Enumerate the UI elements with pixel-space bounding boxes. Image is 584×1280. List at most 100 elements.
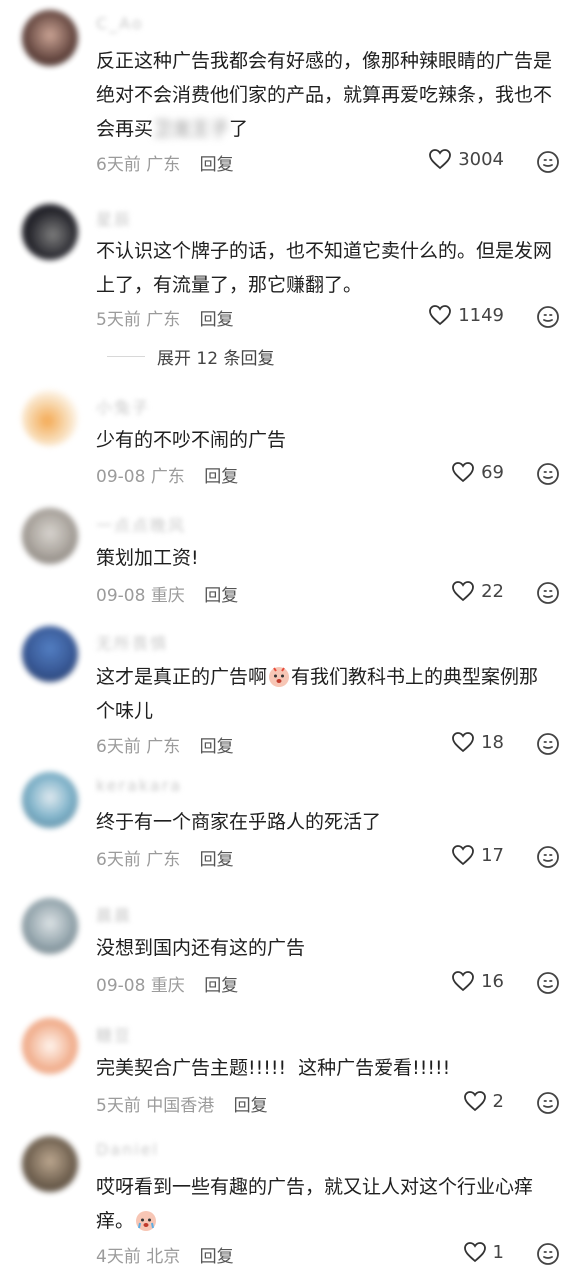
- expand-replies-button[interactable]: 展开 12 条回复: [107, 344, 274, 369]
- crying-face-emoji-icon: [136, 1211, 157, 1231]
- comment-time: 09-08: [96, 467, 146, 487]
- like-button[interactable]: 3004: [428, 148, 504, 170]
- emoji-face-icon[interactable]: [536, 462, 560, 486]
- like-count: 3004: [458, 148, 504, 170]
- like-button[interactable]: 2: [463, 1090, 504, 1112]
- like-button[interactable]: 16: [451, 970, 504, 992]
- comment-text: 策划加工资!: [96, 547, 199, 569]
- comment-time: 6天前: [96, 850, 141, 870]
- username[interactable]: 无所畏惧: [96, 630, 168, 654]
- like-count: 1: [492, 1241, 504, 1263]
- comment-meta: 09-08 重庆 回复: [96, 971, 238, 996]
- heart-outline-icon: [452, 971, 474, 992]
- emoji-face-icon[interactable]: [536, 1242, 560, 1266]
- divider-line: [107, 356, 145, 357]
- reply-button[interactable]: 回复: [234, 1096, 268, 1116]
- heart-outline-icon: [452, 845, 474, 866]
- comment-location: 广东: [146, 310, 181, 330]
- comment-meta: 09-08 重庆 回复: [96, 581, 238, 606]
- emoji-face-icon[interactable]: [536, 845, 560, 869]
- comment-text: 反正这种广告我都会有好感的，像那种辣眼睛的广告是绝对不会消费他们家的产品，就算再…: [96, 44, 556, 146]
- like-button[interactable]: 22: [451, 580, 504, 602]
- avatar[interactable]: [22, 1018, 78, 1074]
- comment-time: 4天前: [96, 1247, 141, 1267]
- comment-text: 没想到国内还有这的广告: [96, 937, 306, 959]
- reply-button[interactable]: 回复: [200, 310, 234, 330]
- username[interactable]: C_Ao: [96, 14, 144, 33]
- comment-time: 6天前: [96, 155, 141, 175]
- username[interactable]: 小兔子: [96, 394, 150, 418]
- emoji-face-icon[interactable]: [536, 971, 560, 995]
- comment-text-part: 了: [229, 118, 249, 140]
- heart-outline-icon: [463, 1242, 486, 1263]
- like-count: 1149: [458, 304, 504, 326]
- comment-time: 09-08: [96, 976, 146, 996]
- avatar[interactable]: [22, 772, 78, 828]
- comment-location: 重庆: [150, 586, 185, 606]
- comment-text-part: 这才是真正的广告啊: [96, 666, 268, 688]
- avatar[interactable]: [22, 508, 78, 564]
- like-button[interactable]: 1149: [428, 304, 504, 326]
- heart-outline-icon: [452, 581, 474, 602]
- username[interactable]: 糖豆: [96, 1022, 132, 1046]
- comment-meta: 09-08 广东 回复: [96, 462, 238, 487]
- username[interactable]: kerakara: [96, 776, 182, 795]
- username[interactable]: 晨晨: [96, 902, 132, 926]
- comment-text: 哎呀看到一些有趣的广告，就又让人对这个行业心痒痒。: [96, 1170, 556, 1238]
- comment-location: 广东: [146, 155, 181, 175]
- comment-meta: 5天前 中国香港 回复: [96, 1091, 268, 1116]
- reply-button[interactable]: 回复: [200, 1247, 234, 1267]
- comment-text: 终于有一个商家在乎路人的死活了: [96, 811, 382, 833]
- comment-meta: 6天前 广东 回复: [96, 150, 234, 175]
- like-button[interactable]: 1: [463, 1241, 504, 1263]
- emoji-face-icon[interactable]: [536, 305, 560, 329]
- comment-location: 中国香港: [146, 1096, 215, 1116]
- avatar[interactable]: [22, 898, 78, 954]
- reply-button[interactable]: 回复: [204, 586, 238, 606]
- avatar[interactable]: [22, 1136, 78, 1192]
- comment-text: 不认识这个牌子的话，也不知道它卖什么的。但是发网上了，有流量了，那它赚翻了。: [96, 240, 553, 296]
- reply-button[interactable]: 回复: [200, 850, 234, 870]
- avatar[interactable]: [22, 10, 78, 66]
- emoji-face-icon[interactable]: [536, 150, 560, 174]
- heart-outline-icon: [452, 462, 474, 483]
- reply-button[interactable]: 回复: [204, 976, 238, 996]
- comment-meta: 6天前 广东 回复: [96, 732, 234, 757]
- avatar[interactable]: [22, 204, 78, 260]
- comment-text: 少有的不吵不闹的广告: [96, 429, 287, 451]
- username[interactable]: 星辰: [96, 206, 132, 230]
- like-button[interactable]: 69: [451, 461, 504, 483]
- comment-time: 09-08: [96, 586, 146, 606]
- comment-meta: 5天前 广东 回复: [96, 305, 234, 330]
- comment-time: 5天前: [96, 310, 141, 330]
- reply-button[interactable]: 回复: [200, 155, 234, 175]
- reply-button[interactable]: 回复: [204, 467, 238, 487]
- heart-outline-icon: [429, 149, 452, 170]
- like-count: 2: [492, 1090, 504, 1112]
- avatar[interactable]: [22, 390, 78, 446]
- like-count: 16: [481, 970, 504, 992]
- reply-button[interactable]: 回复: [200, 737, 234, 757]
- expand-replies-label: 展开 12 条回复: [157, 349, 275, 369]
- like-count: 69: [481, 461, 504, 483]
- comment-location: 广东: [146, 737, 181, 757]
- crying-face-emoji-icon: [269, 667, 290, 687]
- comment-time: 6天前: [96, 737, 141, 757]
- username[interactable]: 一点点晚风: [96, 512, 186, 536]
- emoji-face-icon[interactable]: [536, 581, 560, 605]
- comment-location: 广东: [146, 850, 181, 870]
- like-button[interactable]: 17: [451, 844, 504, 866]
- like-count: 17: [481, 844, 504, 866]
- comment-location: 重庆: [150, 976, 185, 996]
- comment-location: 北京: [146, 1247, 181, 1267]
- comment-time: 5天前: [96, 1096, 141, 1116]
- username[interactable]: Daniel: [96, 1140, 159, 1159]
- like-button[interactable]: 18: [451, 731, 504, 753]
- avatar[interactable]: [22, 626, 78, 682]
- emoji-face-icon[interactable]: [536, 1091, 560, 1115]
- like-count: 18: [481, 731, 504, 753]
- comment-meta: 6天前 广东 回复: [96, 845, 234, 870]
- like-count: 22: [481, 580, 504, 602]
- emoji-face-icon[interactable]: [536, 732, 560, 756]
- comment-text: 完美契合广告主题!!!!! 这种广告爱看!!!!!: [96, 1057, 451, 1079]
